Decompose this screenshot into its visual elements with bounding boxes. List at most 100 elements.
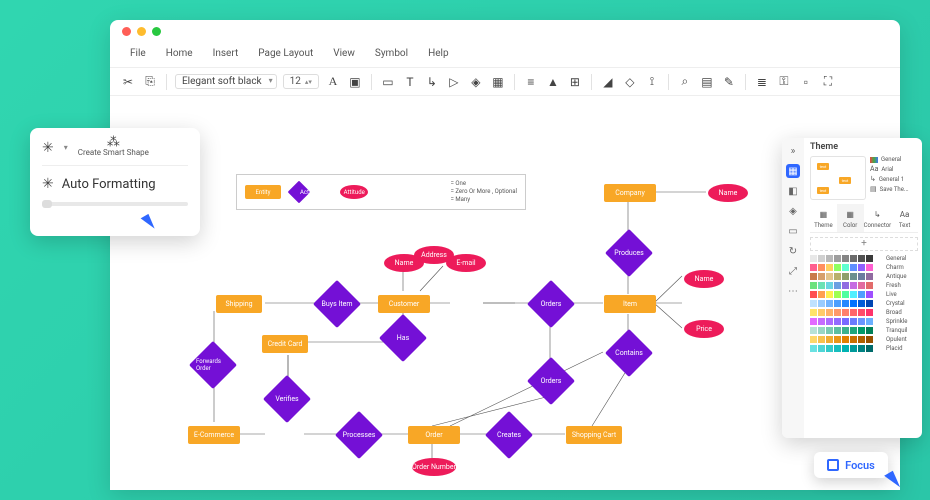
minimize-icon[interactable] (137, 27, 146, 36)
palette-swatch[interactable] (842, 291, 849, 298)
palette-row[interactable] (810, 318, 882, 325)
attr-email[interactable]: E-mail (446, 254, 486, 272)
palette-swatch[interactable] (818, 318, 825, 325)
palette-row[interactable] (810, 336, 882, 343)
palette-swatch[interactable] (818, 273, 825, 280)
palette-swatch[interactable] (850, 327, 857, 334)
palette-swatch[interactable] (866, 291, 873, 298)
align-icon[interactable]: ▲ (545, 74, 561, 90)
palette-swatch[interactable] (810, 309, 817, 316)
relation-orders[interactable]: Orders (534, 287, 568, 321)
palette-swatch[interactable] (826, 273, 833, 280)
rail-style-icon[interactable]: ◧ (786, 184, 800, 198)
group-icon[interactable]: ▦ (490, 74, 506, 90)
palette-swatch[interactable] (858, 345, 865, 352)
cut-icon[interactable]: ✂ (120, 74, 136, 90)
font-size-select[interactable]: 12▴▾ (283, 74, 319, 89)
palette-swatch[interactable] (834, 345, 841, 352)
palette-swatch[interactable] (810, 273, 817, 280)
relation-forwards[interactable]: Forwards Order (196, 348, 230, 382)
tab-theme[interactable]: ▦Theme (810, 204, 837, 232)
attr-order-number[interactable]: Order Number (412, 458, 456, 476)
palette-swatch[interactable] (842, 336, 849, 343)
theme-list-item[interactable]: General (870, 156, 918, 163)
palette-row[interactable] (810, 282, 882, 289)
palette-swatch[interactable] (810, 300, 817, 307)
palette-swatch[interactable] (810, 336, 817, 343)
palette-swatch[interactable] (858, 291, 865, 298)
palette-swatch[interactable] (834, 264, 841, 271)
palette-swatch[interactable] (818, 345, 825, 352)
shape-tool-icon[interactable]: ▭ (380, 74, 396, 90)
palette-row[interactable] (810, 345, 882, 352)
palette-swatch[interactable] (826, 255, 833, 262)
entity-customer[interactable]: Customer (378, 295, 430, 313)
palette-row[interactable] (810, 264, 882, 271)
stroke-icon[interactable]: ◇ (622, 74, 638, 90)
pen-icon[interactable]: ✎ (721, 74, 737, 90)
palette-swatch[interactable] (810, 264, 817, 271)
more-icon[interactable]: ▫ (798, 74, 814, 90)
palette-swatch[interactable] (826, 327, 833, 334)
palette-swatch[interactable] (858, 300, 865, 307)
palette-swatch[interactable] (858, 282, 865, 289)
create-smart-shape-button[interactable]: ⁂ Create Smart Shape (78, 138, 149, 157)
relation-verifies[interactable]: Verifies (270, 382, 304, 416)
menu-home[interactable]: Home (156, 46, 203, 61)
entity-ecommerce[interactable]: E-Commerce (188, 426, 240, 444)
attr-name-item[interactable]: Name (684, 270, 724, 288)
menu-symbol[interactable]: Symbol (365, 46, 418, 61)
palette-swatch[interactable] (818, 282, 825, 289)
palette-swatch[interactable] (834, 327, 841, 334)
highlight-icon[interactable]: ▣ (347, 74, 363, 90)
palette-swatch[interactable] (858, 318, 865, 325)
palette-swatch[interactable] (842, 264, 849, 271)
palette-swatch[interactable] (850, 282, 857, 289)
palette-swatch[interactable] (850, 291, 857, 298)
rail-more-icon[interactable]: ⋯ (786, 284, 800, 298)
palette-swatch[interactable] (842, 273, 849, 280)
palette-swatch[interactable] (826, 282, 833, 289)
theme-thumbnail[interactable]: text text text (810, 156, 866, 200)
rail-collapse-icon[interactable]: » (786, 144, 800, 158)
palette-swatch[interactable] (850, 318, 857, 325)
palette-swatch[interactable] (818, 309, 825, 316)
palette-swatch[interactable] (810, 318, 817, 325)
palette-swatch[interactable] (842, 318, 849, 325)
palette-swatch[interactable] (850, 255, 857, 262)
fill-icon[interactable]: ◢ (600, 74, 616, 90)
entity-company[interactable]: Company (604, 184, 656, 202)
palette-row[interactable] (810, 273, 882, 280)
palette-swatch[interactable] (842, 300, 849, 307)
palette-swatch[interactable] (866, 345, 873, 352)
palette-swatch[interactable] (866, 309, 873, 316)
pointer-icon[interactable]: ▷ (446, 74, 462, 90)
palette-swatch[interactable] (866, 300, 873, 307)
palette-swatch[interactable] (826, 291, 833, 298)
palette-swatch[interactable] (810, 327, 817, 334)
entity-shipping[interactable]: Shipping (216, 295, 262, 313)
expand-icon[interactable]: ⛶ (820, 74, 836, 90)
palette-swatch[interactable] (810, 282, 817, 289)
theme-list-item[interactable]: AaArial (870, 165, 918, 173)
palette-swatch[interactable] (858, 255, 865, 262)
relation-creates[interactable]: Creates (492, 418, 526, 452)
palette-swatch[interactable] (826, 264, 833, 271)
tab-connector[interactable]: ↳Connector (864, 204, 892, 232)
attr-name-company[interactable]: Name (708, 184, 748, 202)
palette-swatch[interactable] (818, 255, 825, 262)
zoom-icon[interactable]: ⌕ (677, 74, 693, 90)
align-left-icon[interactable]: ≡ (523, 74, 539, 90)
distribute-icon[interactable]: ⊞ (567, 74, 583, 90)
palette-swatch[interactable] (850, 273, 857, 280)
palette-swatch[interactable] (842, 327, 849, 334)
palette-swatch[interactable] (818, 327, 825, 334)
theme-list-item[interactable]: ↳General 1 (870, 175, 918, 183)
palette-swatch[interactable] (818, 264, 825, 271)
theme-list-item[interactable]: ▤Save The... (870, 185, 918, 193)
palette-swatch[interactable] (834, 300, 841, 307)
layers-icon[interactable]: ◈ (468, 74, 484, 90)
relation-buys-item[interactable]: Buys Item (320, 287, 354, 321)
palette-swatch[interactable] (842, 255, 849, 262)
palette-swatch[interactable] (866, 327, 873, 334)
